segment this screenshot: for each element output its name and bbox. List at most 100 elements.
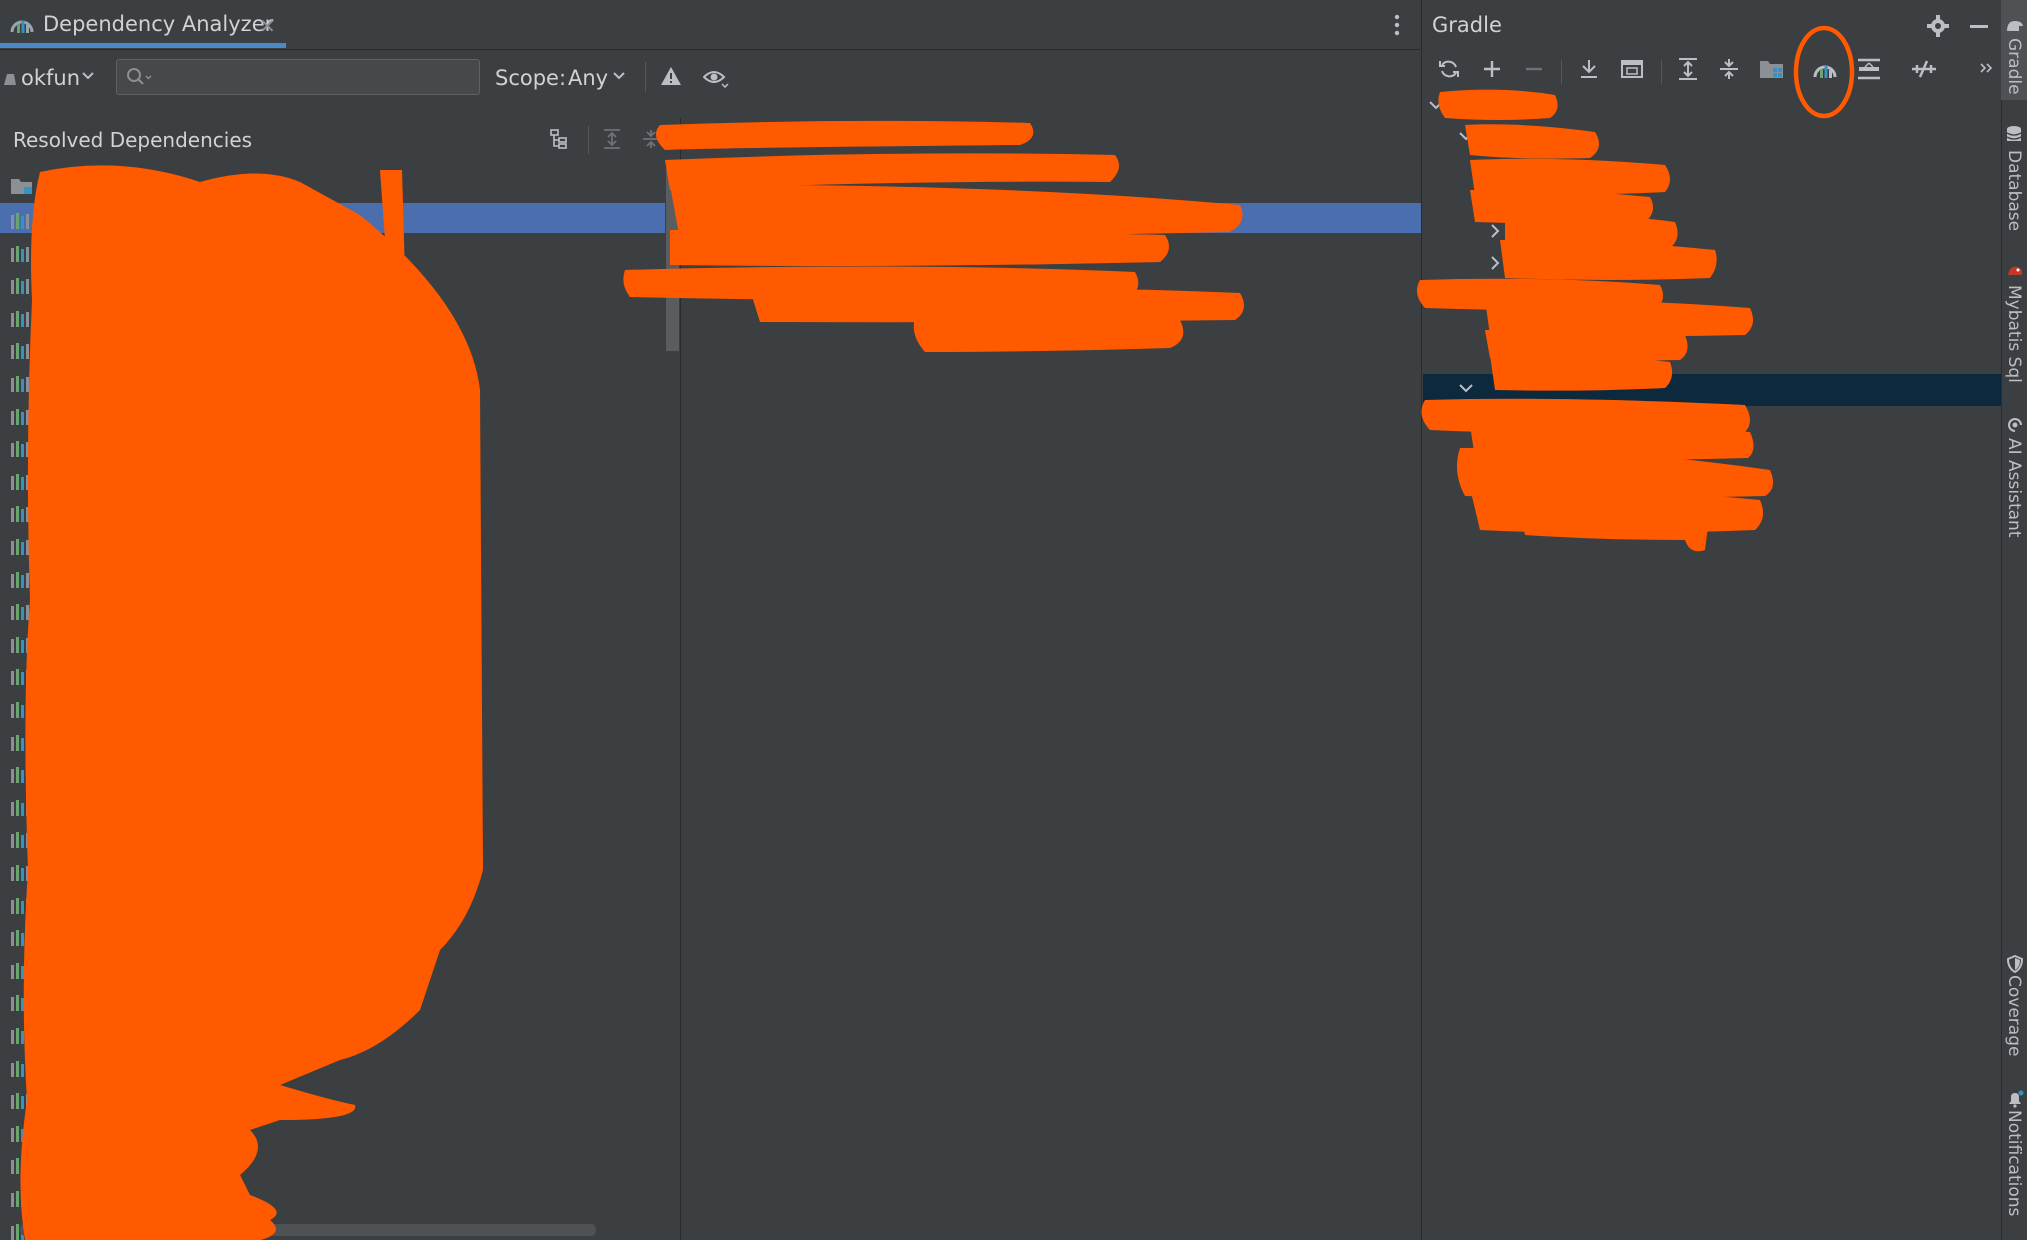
toggle-offline-icon[interactable]: [1856, 57, 1882, 81]
dependency-row[interactable]: [0, 368, 665, 400]
view-options-eye-icon[interactable]: [703, 68, 729, 88]
dependency-usages-pane: [681, 118, 1421, 1240]
dependency-row[interactable]: [0, 466, 665, 498]
dependency-row[interactable]: [0, 401, 665, 433]
library-icon: [10, 473, 32, 491]
library-icon: [10, 994, 32, 1012]
dependency-row[interactable]: [0, 238, 665, 270]
reload-icon[interactable]: [1437, 57, 1461, 81]
library-icon: [10, 1157, 32, 1175]
dependency-row[interactable]: [0, 1085, 665, 1117]
remove-icon[interactable]: [1522, 57, 1546, 81]
chevron-down-icon[interactable]: [612, 71, 626, 81]
gear-icon[interactable]: [1927, 15, 1949, 37]
stripe-notifications[interactable]: Notifications: [2004, 1110, 2024, 1216]
selected-usage-row[interactable]: [681, 203, 1421, 233]
module-selector[interactable]: okfun: [21, 66, 80, 90]
close-tab-icon[interactable]: ✕: [259, 14, 276, 38]
dependency-row[interactable]: [0, 792, 665, 824]
dependency-row[interactable]: [0, 433, 665, 465]
dependency-row[interactable]: [0, 1118, 665, 1150]
add-icon[interactable]: [1480, 57, 1504, 81]
vertical-scrollbar[interactable]: [666, 168, 679, 351]
library-icon: [10, 1060, 32, 1078]
search-input[interactable]: [157, 64, 471, 92]
collapse-all-icon[interactable]: [640, 128, 662, 150]
group-modules-icon[interactable]: [1759, 57, 1785, 81]
dependency-row[interactable]: [0, 955, 665, 987]
minimize-icon[interactable]: [1970, 25, 1988, 29]
dependency-row[interactable]: [0, 759, 665, 791]
dependency-row[interactable]: [0, 270, 665, 302]
download-sources-icon[interactable]: [1577, 57, 1601, 81]
stripe-coverage[interactable]: Coverage: [2004, 975, 2024, 1056]
scope-selector[interactable]: Any: [568, 66, 608, 90]
splitter[interactable]: [680, 118, 681, 1240]
mybatis-bird-icon: [2006, 263, 2024, 279]
execute-task-icon[interactable]: [1620, 57, 1644, 81]
dependency-row[interactable]: [0, 1183, 665, 1215]
chevron-right-icon[interactable]: [1490, 223, 1502, 239]
dependency-row[interactable]: [0, 498, 665, 530]
chevron-down-icon[interactable]: [1428, 100, 1444, 112]
tab-title: Dependency Analyzer: [43, 12, 274, 36]
analyze-dependencies-icon[interactable]: [1812, 57, 1838, 81]
dependency-row[interactable]: [0, 694, 665, 726]
dependency-row[interactable]: [0, 727, 665, 759]
horizontal-scrollbar[interactable]: [20, 1224, 596, 1236]
chevron-right-icon[interactable]: [1490, 255, 1502, 271]
library-icon: [10, 1125, 32, 1143]
chevron-down-icon[interactable]: [1458, 383, 1474, 395]
library-icon: [10, 1092, 32, 1110]
library-icon: [10, 668, 32, 686]
dependency-row[interactable]: [0, 335, 665, 367]
dependency-row[interactable]: [0, 1053, 665, 1085]
dependency-row[interactable]: [0, 890, 665, 922]
gradle-title: Gradle: [1432, 13, 1502, 37]
dependency-row[interactable]: [0, 303, 665, 335]
stripe-ai-assistant[interactable]: AI Assistant: [2004, 438, 2024, 538]
library-icon: [10, 342, 32, 360]
notifications-bell-icon: [2006, 1090, 2024, 1108]
selected-gradle-node[interactable]: [1423, 374, 2001, 406]
ide-window: Dependency Analyzer ✕ okfun Scope: Any R…: [0, 0, 2027, 1240]
conflicts-warning-icon[interactable]: [660, 66, 682, 86]
dependency-row[interactable]: [0, 857, 665, 889]
expand-all-icon[interactable]: [601, 128, 623, 150]
stripe-mybatis-sql[interactable]: Mybatis Sql: [2004, 285, 2024, 383]
dependency-row[interactable]: [0, 629, 665, 661]
chevron-down-icon[interactable]: [1458, 131, 1474, 143]
show-as-tree-icon[interactable]: [549, 128, 571, 150]
library-icon: [10, 897, 32, 915]
gradle-elephant-icon: [2006, 18, 2024, 32]
dependency-row[interactable]: [0, 824, 665, 856]
library-icon: [10, 864, 32, 882]
stripe-database[interactable]: Database: [2004, 150, 2024, 231]
library-icon: [10, 571, 32, 589]
more-toolbar-icon[interactable]: [1979, 62, 1993, 74]
search-icon: [126, 67, 152, 87]
library-icon: [10, 636, 32, 654]
dependency-row[interactable]: [0, 205, 665, 237]
stripe-gradle[interactable]: Gradle: [2004, 38, 2024, 95]
search-field[interactable]: [116, 59, 480, 95]
dependency-row[interactable]: [0, 987, 665, 1019]
dependency-row[interactable]: [0, 922, 665, 954]
module-icon: [2, 71, 18, 87]
chevron-down-icon[interactable]: [81, 71, 95, 81]
dependency-row[interactable]: [0, 661, 665, 693]
dependency-row[interactable]: [0, 596, 665, 628]
dependency-row[interactable]: [0, 1020, 665, 1052]
more-options-icon[interactable]: [1394, 14, 1400, 36]
dependency-row[interactable]: [0, 531, 665, 563]
toggle-task-icon[interactable]: [1911, 57, 1937, 81]
collapse-all-icon[interactable]: [1717, 57, 1741, 81]
expand-all-icon[interactable]: [1676, 57, 1700, 81]
library-icon: [10, 766, 32, 784]
library-icon: [10, 929, 32, 947]
folder-icon: [10, 176, 34, 196]
dependency-analyzer-icon: [9, 14, 35, 36]
dependency-row[interactable]: [0, 564, 665, 596]
library-icon: [10, 310, 32, 328]
dependency-row[interactable]: [0, 1150, 665, 1182]
